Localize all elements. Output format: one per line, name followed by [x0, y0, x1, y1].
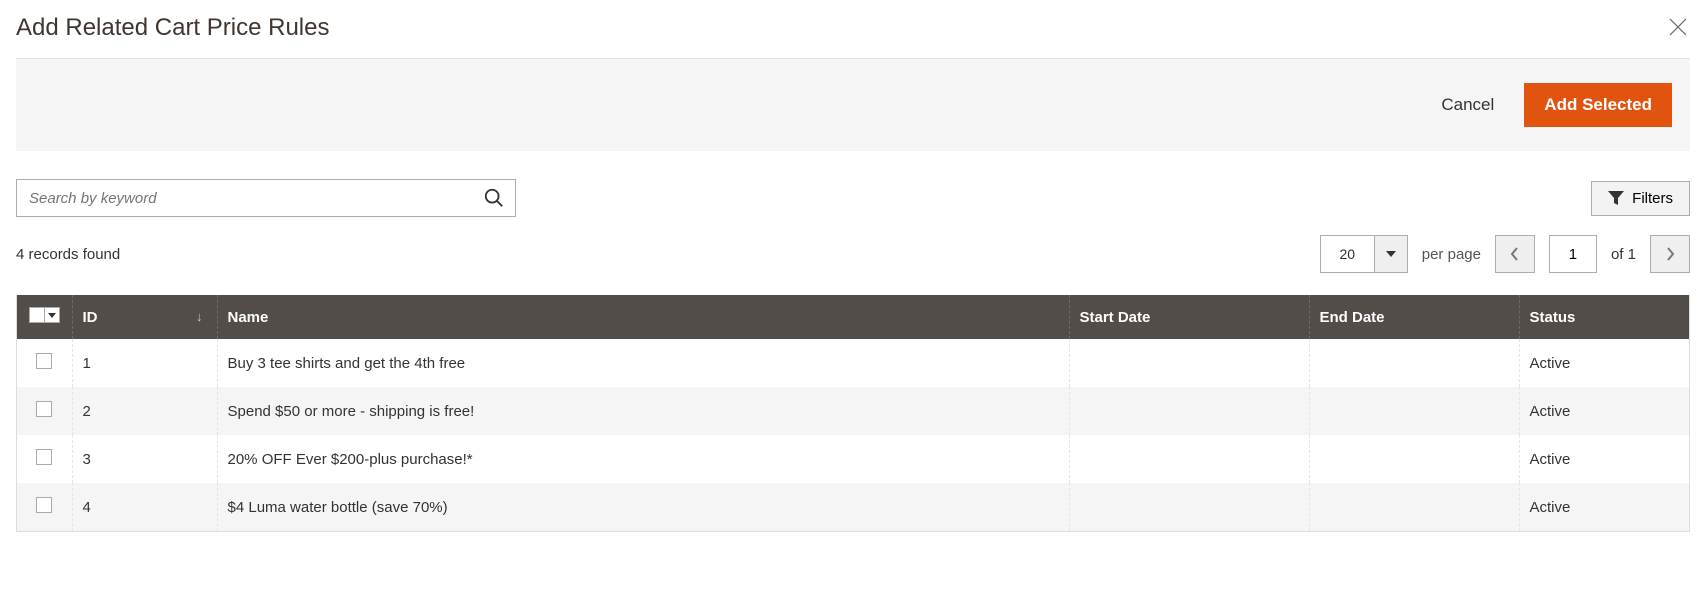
add-selected-button[interactable]: Add Selected: [1524, 83, 1672, 127]
cell-start-date: [1069, 435, 1309, 483]
search-box: [16, 179, 516, 217]
table-row[interactable]: 3 20% OFF Ever $200-plus purchase!* Acti…: [17, 435, 1689, 483]
table-row[interactable]: 4 $4 Luma water bottle (save 70%) Active: [17, 483, 1689, 531]
header-row: ID ↓ Name Start Date End Date Status: [17, 295, 1689, 339]
cell-end-date: [1309, 483, 1519, 531]
toolbar: Filters: [16, 179, 1690, 217]
row-checkbox[interactable]: [36, 449, 52, 465]
caret-down-icon: [48, 313, 56, 318]
close-icon: [1666, 15, 1690, 39]
per-page-label: per page: [1422, 246, 1481, 263]
cell-id: 3: [72, 435, 217, 483]
cell-end-date: [1309, 339, 1519, 387]
cell-id: 4: [72, 483, 217, 531]
row-checkbox[interactable]: [36, 497, 52, 513]
cell-name: Spend $50 or more - shipping is free!: [217, 387, 1069, 435]
cell-status: Active: [1519, 435, 1689, 483]
close-button[interactable]: [1666, 15, 1690, 42]
cancel-button[interactable]: Cancel: [1441, 95, 1494, 115]
cell-status: Active: [1519, 339, 1689, 387]
search-button[interactable]: [473, 180, 515, 216]
row-checkbox-cell: [17, 483, 72, 531]
prev-page-button[interactable]: [1495, 235, 1535, 273]
chevron-right-icon: [1665, 247, 1675, 261]
page-size-value: 20: [1321, 236, 1375, 272]
caret-down-icon: [1386, 251, 1396, 257]
table-row[interactable]: 2 Spend $50 or more - shipping is free! …: [17, 387, 1689, 435]
next-page-button[interactable]: [1650, 235, 1690, 273]
pager-row: 4 records found 20 per page of 1: [16, 235, 1690, 273]
modal: Add Related Cart Price Rules Cancel Add …: [0, 0, 1706, 532]
data-grid: ID ↓ Name Start Date End Date Status 1 B…: [16, 295, 1690, 532]
page-of-label: of 1: [1611, 246, 1636, 263]
search-input[interactable]: [17, 190, 473, 207]
column-header-status[interactable]: Status: [1519, 295, 1689, 339]
filter-icon: [1608, 191, 1624, 205]
column-header-end-date[interactable]: End Date: [1309, 295, 1519, 339]
column-header-select[interactable]: [17, 295, 72, 339]
cell-id: 1: [72, 339, 217, 387]
search-icon: [483, 187, 505, 209]
row-checkbox[interactable]: [36, 353, 52, 369]
cell-status: Active: [1519, 483, 1689, 531]
row-checkbox[interactable]: [36, 401, 52, 417]
column-header-start-date[interactable]: Start Date: [1069, 295, 1309, 339]
modal-title: Add Related Cart Price Rules: [16, 14, 329, 42]
row-checkbox-cell: [17, 435, 72, 483]
row-checkbox-cell: [17, 339, 72, 387]
column-header-name[interactable]: Name: [217, 295, 1069, 339]
table-row[interactable]: 1 Buy 3 tee shirts and get the 4th free …: [17, 339, 1689, 387]
sort-down-icon: ↓: [196, 309, 203, 324]
records-found: 4 records found: [16, 246, 120, 263]
cell-name: $4 Luma water bottle (save 70%): [217, 483, 1069, 531]
column-header-id[interactable]: ID ↓: [72, 295, 217, 339]
cell-name: 20% OFF Ever $200-plus purchase!*: [217, 435, 1069, 483]
cell-start-date: [1069, 387, 1309, 435]
select-all-checkbox[interactable]: [29, 307, 45, 323]
filters-button[interactable]: Filters: [1591, 181, 1690, 216]
cell-end-date: [1309, 387, 1519, 435]
select-dropdown[interactable]: [44, 307, 60, 323]
row-checkbox-cell: [17, 387, 72, 435]
cell-end-date: [1309, 435, 1519, 483]
action-bar: Cancel Add Selected: [16, 58, 1690, 151]
cell-id: 2: [72, 387, 217, 435]
pager-controls: 20 per page of 1: [1320, 235, 1690, 273]
modal-header: Add Related Cart Price Rules: [0, 0, 1706, 50]
page-input[interactable]: [1549, 235, 1597, 273]
filters-label: Filters: [1632, 190, 1673, 207]
page-size-select[interactable]: 20: [1320, 235, 1408, 273]
cell-start-date: [1069, 483, 1309, 531]
chevron-left-icon: [1510, 247, 1520, 261]
page-size-dropdown[interactable]: [1375, 236, 1407, 272]
cell-name: Buy 3 tee shirts and get the 4th free: [217, 339, 1069, 387]
cell-start-date: [1069, 339, 1309, 387]
cell-status: Active: [1519, 387, 1689, 435]
